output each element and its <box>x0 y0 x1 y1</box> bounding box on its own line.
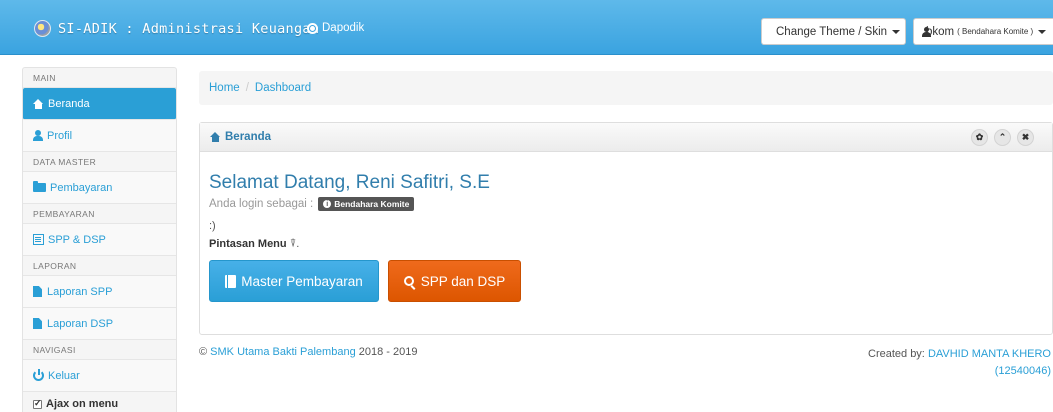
chevron-up-icon[interactable]: ⌃ <box>994 129 1011 146</box>
sidebar-item-spp-dsp[interactable]: SPP & DSP <box>23 224 176 256</box>
chevron-down-icon <box>1038 29 1047 34</box>
spp-dan-dsp-label: SPP dan DSP <box>420 273 506 289</box>
sidebar-item-laporan-dsp[interactable]: Laporan DSP <box>23 308 176 340</box>
top-navbar: SI-ADIK : Administrasi Keuangan Dapodik … <box>0 0 1053 55</box>
sidebar-item-label: Keluar <box>48 369 80 382</box>
dapodik-label: Dapodik <box>322 22 365 34</box>
info-icon: i <box>323 200 332 208</box>
breadcrumb: Home / Dashboard <box>199 71 1053 105</box>
file-icon <box>33 286 42 297</box>
sidebar-item-beranda[interactable]: Beranda <box>23 88 176 120</box>
shortcut-symbol: ⍒. <box>289 238 300 250</box>
file-icon <box>33 318 42 329</box>
footer-credits: Created by: DAVHID MANTA KHERO (12540046… <box>751 346 1051 380</box>
role-badge: i Bendahara Komite <box>318 197 415 211</box>
sidebar-item-label: SPP & DSP <box>48 233 106 246</box>
spp-dan-dsp-button[interactable]: SPP dan DSP <box>388 260 521 302</box>
footer-years: 2018 - 2019 <box>358 346 418 358</box>
folder-icon <box>33 181 46 192</box>
home-icon <box>33 98 44 109</box>
created-by-label: Created by: <box>868 348 925 360</box>
chevron-down-icon <box>892 29 901 34</box>
change-theme-button[interactable]: Change Theme / Skin <box>761 18 906 45</box>
school-logo-icon <box>34 20 51 37</box>
brand[interactable]: SI-ADIK : Administrasi Keuangan <box>34 20 319 37</box>
welcome-heading: Selamat Datang, Reni Safitri, S.E <box>209 172 490 193</box>
home-icon <box>210 132 221 142</box>
breadcrumb-separator: / <box>245 82 249 94</box>
sidebar-header-pembayaran: PEMBAYARAN <box>23 204 176 224</box>
panel-title: Beranda <box>225 131 272 143</box>
book-icon <box>225 274 237 288</box>
ajax-toggle[interactable]: Ajax on menu <box>23 392 176 412</box>
footer-copyright: © SMK Utama Bakti Palembang 2018 - 2019 <box>199 346 417 358</box>
sidebar-item-label: Pembayaran <box>50 181 113 194</box>
author-id[interactable]: (12540046) <box>995 365 1051 377</box>
sidebar-item-label: Laporan SPP <box>47 285 113 298</box>
ajax-label: Ajax on menu <box>46 398 119 410</box>
shortcut-label: Pintasan Menu <box>209 238 287 250</box>
login-as-label: Anda login sebagai : <box>209 198 314 210</box>
change-theme-label: Change Theme / Skin <box>776 25 888 38</box>
sidebar-item-label: Laporan DSP <box>47 317 114 330</box>
settings-icon[interactable]: ✿ <box>971 129 988 146</box>
shortcut-heading: Pintasan Menu ⍒. <box>209 238 1043 251</box>
sidebar-header-navigasi: NAVIGASI <box>23 340 176 360</box>
ajax-checkbox[interactable] <box>33 398 42 409</box>
sidebar-header-main: MAIN <box>23 68 176 88</box>
copyright-symbol: © <box>199 346 208 358</box>
power-icon <box>33 369 44 381</box>
smile-text: :) <box>209 220 216 232</box>
sidebar-header-data-master: DATA MASTER <box>23 152 176 172</box>
login-info: Anda login sebagai : i Bendahara Komite <box>209 197 1043 211</box>
user-icon <box>33 130 43 141</box>
sidebar-header-laporan: LAPORAN <box>23 256 176 276</box>
globe-icon <box>307 22 318 34</box>
list-icon <box>33 234 44 245</box>
dapodik-link[interactable]: Dapodik <box>307 22 364 34</box>
search-icon <box>403 276 414 286</box>
breadcrumb-dashboard-link[interactable]: Dashboard <box>255 82 311 94</box>
shortcut-actions: Master Pembayaran SPP dan DSP <box>209 260 1043 302</box>
sidebar-item-keluar[interactable]: Keluar <box>23 360 176 392</box>
user-menu-button[interactable]: bkom ( Bendahara Komite ) <box>913 18 1053 45</box>
panel-header: Beranda ✿ ⌃ ✖ <box>200 123 1052 152</box>
brand-title: SI-ADIK : Administrasi Keuangan <box>58 20 320 37</box>
beranda-panel: Beranda ✿ ⌃ ✖ Selamat Datang, Reni Safit… <box>199 122 1053 335</box>
close-icon[interactable]: ✖ <box>1017 129 1034 146</box>
author-link[interactable]: DAVHID MANTA KHERO <box>928 348 1051 360</box>
sidebar: MAIN Beranda Profil DATA MASTER Pembayar… <box>22 67 177 412</box>
role-badge-label: Bendahara Komite <box>334 199 410 209</box>
panel-body: Selamat Datang, Reni Safitri, S.E Anda l… <box>200 152 1052 324</box>
master-pembayaran-button[interactable]: Master Pembayaran <box>209 260 379 302</box>
sidebar-item-laporan-spp[interactable]: Laporan SPP <box>23 276 176 308</box>
breadcrumb-home-link[interactable]: Home <box>209 82 240 94</box>
school-link[interactable]: SMK Utama Bakti Palembang <box>210 346 356 358</box>
user-role: ( Bendahara Komite ) <box>957 27 1034 36</box>
sidebar-item-profil[interactable]: Profil <box>23 120 176 152</box>
sidebar-item-pembayaran[interactable]: Pembayaran <box>23 172 176 204</box>
sidebar-item-label: Profil <box>47 129 73 142</box>
sidebar-item-label: Beranda <box>48 97 90 110</box>
master-pembayaran-label: Master Pembayaran <box>241 273 363 289</box>
